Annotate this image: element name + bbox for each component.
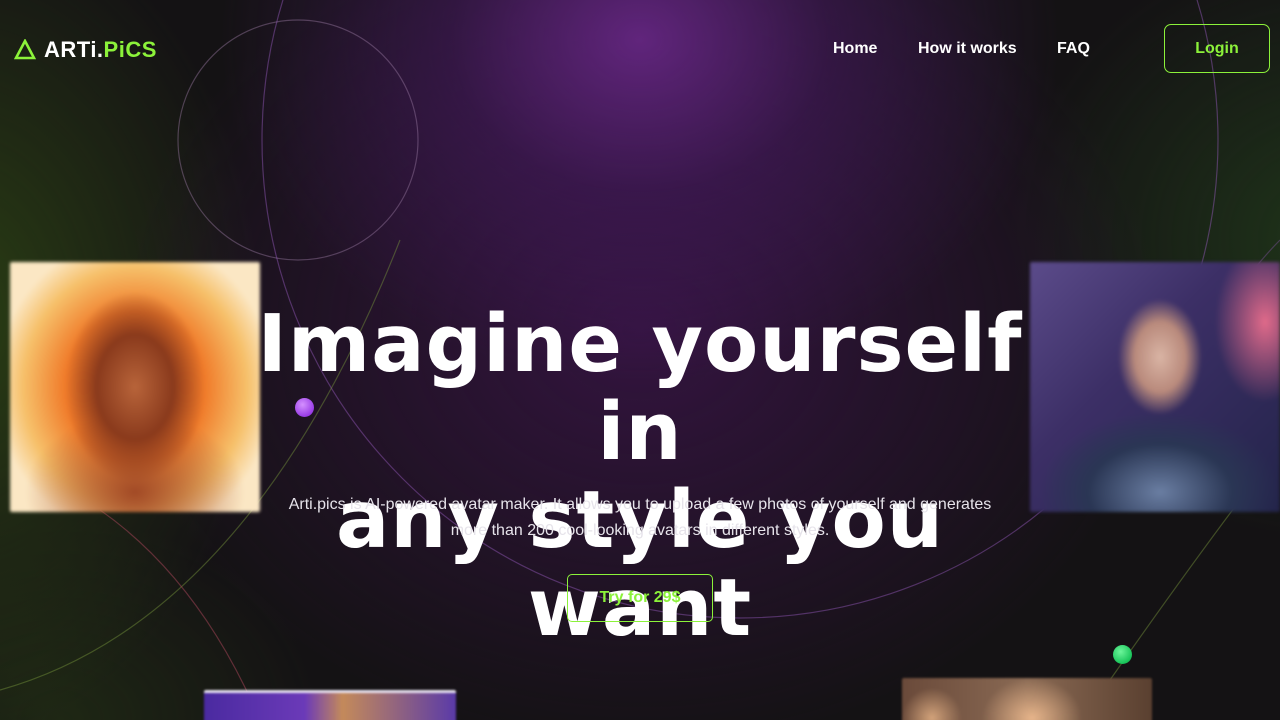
hero-subtitle-line-2: more than 200 cool-looking avatars in di…: [450, 522, 830, 539]
brand-logo[interactable]: ARTi.PiCS: [14, 36, 157, 64]
hero-subtitle: Arti.pics is AI-powered avatar maker. It…: [230, 492, 1050, 544]
nav-item-faq[interactable]: FAQ: [1057, 38, 1090, 60]
hero-subtitle-line-1: Arti.pics is AI-powered avatar maker. It…: [288, 496, 992, 513]
nav-item-home[interactable]: Home: [833, 38, 877, 60]
decorative-purple-dot: [295, 398, 314, 417]
triangle-logo-icon: [14, 39, 36, 60]
brand-name: ARTi.PiCS: [44, 37, 157, 62]
avatar-image-fire-woman: [10, 262, 260, 512]
site-header: ARTi.PiCS Home How it works FAQ Login: [0, 0, 1280, 100]
avatar-image-bottom-left: [204, 690, 456, 720]
hero-title-line-1: Imagine yourself in: [257, 298, 1023, 478]
try-button[interactable]: Try for 29$: [567, 574, 713, 622]
avatar-image-bottom-right: [902, 678, 1152, 720]
avatar-image-sci-fi-man: [1030, 262, 1280, 512]
login-button[interactable]: Login: [1164, 24, 1270, 73]
nav-item-how-it-works[interactable]: How it works: [918, 38, 1017, 60]
decorative-green-dot: [1113, 645, 1132, 664]
